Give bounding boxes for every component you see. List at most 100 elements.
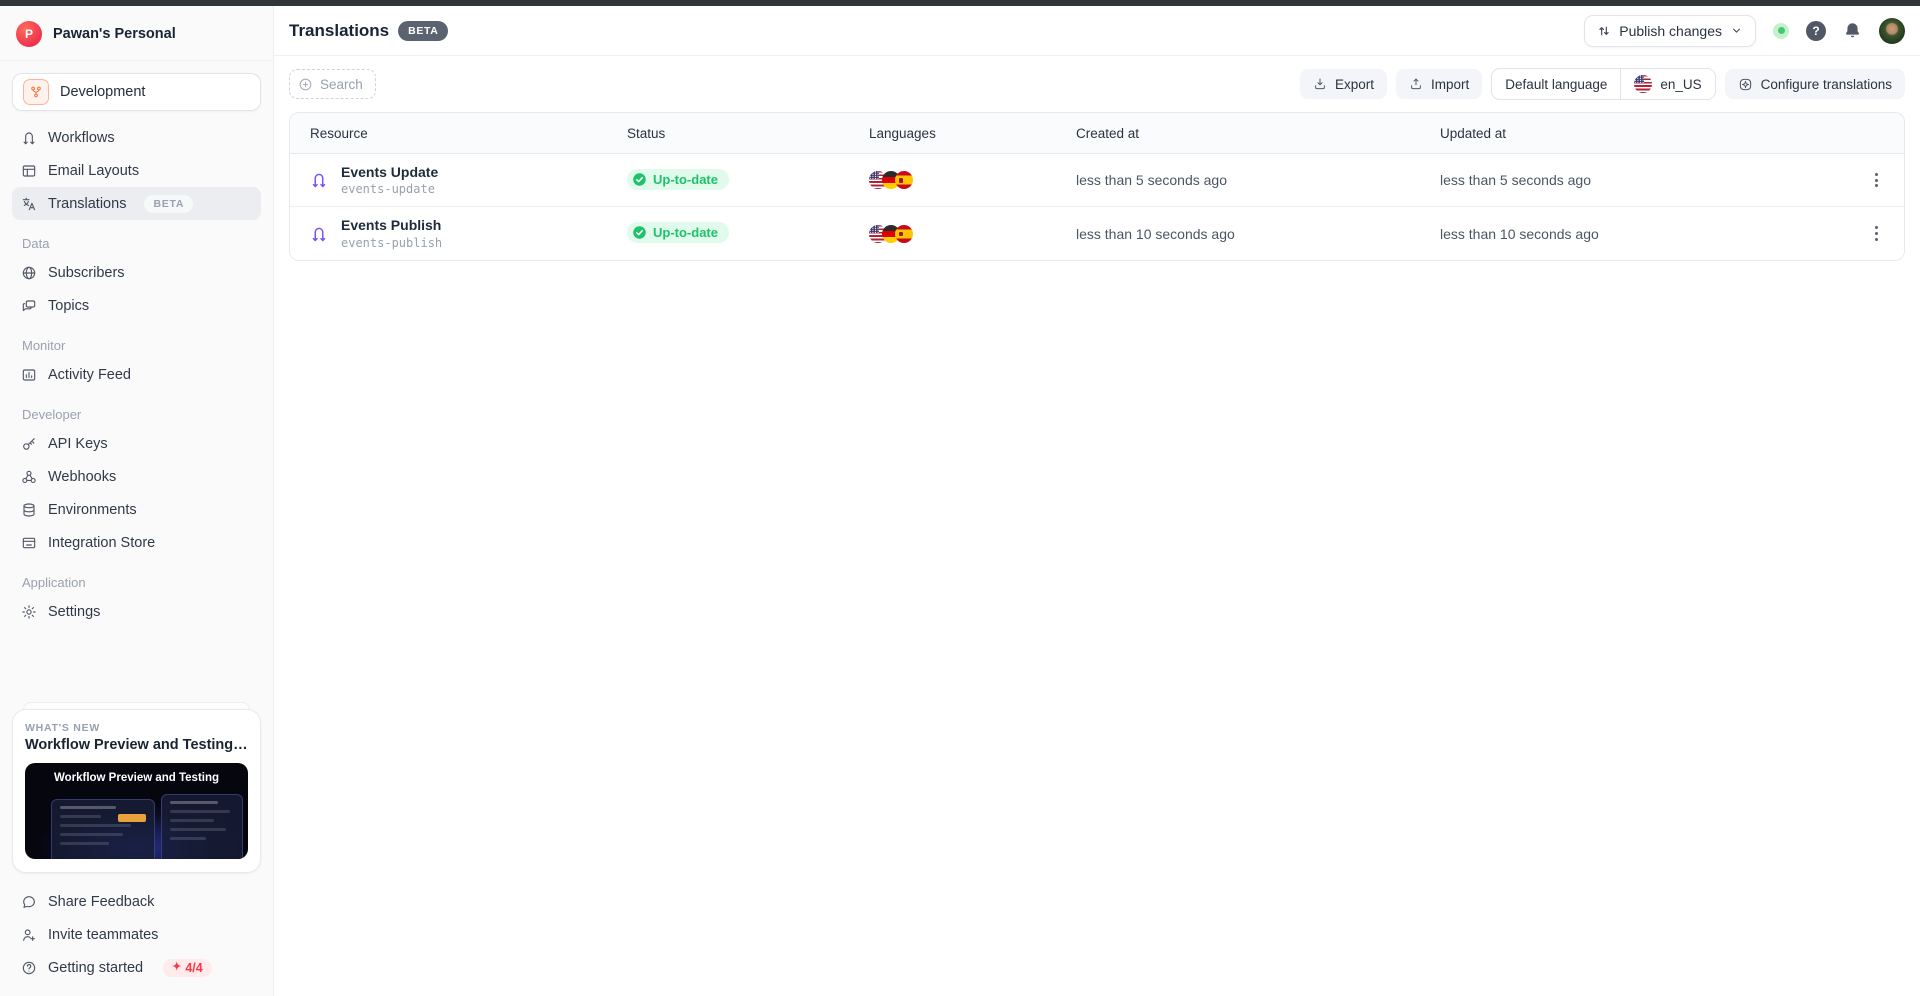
sidebar-item-label: Translations [48,196,126,212]
subscribers-icon [21,265,37,281]
sparkle-icon: ✦ [172,962,181,973]
sidebar-item-topics[interactable]: Topics [12,289,261,322]
sidebar-item-workflows[interactable]: Workflows [12,121,261,154]
sidebar-item-label: API Keys [48,436,108,452]
section-title-monitor: Monitor [12,322,261,358]
sidebar-item-label: Topics [48,298,89,314]
export-label: Export [1335,77,1374,92]
publish-changes-button[interactable]: Publish changes [1584,15,1756,47]
default-language-control: Default language en_US [1491,68,1715,100]
default-language-button[interactable]: Default language [1492,69,1621,99]
sidebar-item-settings[interactable]: Settings [12,595,261,628]
es-flag [895,171,913,189]
sidebar-item-label: Environments [48,502,137,518]
sidebar-item-translations[interactable]: Translations BETA [12,187,261,220]
table-row[interactable]: Events Update events-update Up-to-date [290,154,1904,207]
search-button[interactable]: Search [289,69,376,99]
chevron-down-icon [1730,24,1743,37]
swap-vertical-icon [1597,24,1611,38]
sidebar-item-email-layouts[interactable]: Email Layouts [12,154,261,187]
activity-feed-icon [21,367,37,383]
publish-changes-label: Publish changes [1619,23,1722,39]
whats-new-image: Workflow Preview and Testing [25,763,248,859]
sidebar-item-webhooks[interactable]: Webhooks [12,460,261,493]
app-shell: P Pawan's Personal Development Workflows… [0,6,1920,996]
resource-slug: events-update [341,182,438,196]
getting-started-button[interactable]: Getting started ✦ 4/4 [12,951,261,984]
user-avatar[interactable] [1879,18,1905,44]
highlight-chip [118,814,146,822]
user-plus-icon [21,927,37,943]
whats-new-wrap: WHAT'S NEW Workflow Preview and Testing … [12,702,261,873]
search-label: Search [320,77,363,92]
table-header-row: Resource Status Languages Created at Upd… [290,113,1904,154]
database-icon [21,502,37,518]
sidebar-item-label: Activity Feed [48,367,131,383]
column-header-status: Status [627,126,869,141]
share-feedback-button[interactable]: Share Feedback [12,885,261,918]
beta-badge: BETA [144,195,193,213]
updated-at-cell: less than 10 seconds ago [1440,226,1848,242]
footer-item-label: Invite teammates [48,927,158,943]
sidebar-footer: Share Feedback Invite teammates Getting … [0,879,273,996]
sidebar-item-integration-store[interactable]: Integration Store [12,526,261,559]
environment-selector[interactable]: Development [12,73,261,111]
whats-new-title: Workflow Preview and Testing i... [25,737,248,753]
row-actions-menu-button[interactable] [1869,167,1884,193]
es-flag [895,225,913,243]
languages-cell [869,171,1076,189]
integration-store-icon [21,535,37,551]
sidebar-item-environments[interactable]: Environments [12,493,261,526]
footer-item-label: Getting started [48,960,143,976]
language-value-button[interactable]: en_US [1621,69,1714,99]
whats-new-card[interactable]: WHAT'S NEW Workflow Preview and Testing … [12,709,261,873]
branch-icon [23,79,49,105]
org-switcher[interactable]: P Pawan's Personal [0,6,273,61]
status-label: Up-to-date [653,225,718,240]
main-content: Translations BETA Publish changes ? [274,6,1920,996]
sidebar-item-label: Subscribers [48,265,125,281]
configure-translations-button[interactable]: Configure translations [1725,69,1905,99]
sidebar-item-api-keys[interactable]: API Keys [12,427,261,460]
import-button[interactable]: Import [1396,69,1482,99]
help-button[interactable]: ? [1806,21,1826,41]
sidebar-item-activity-feed[interactable]: Activity Feed [12,358,261,391]
notifications-bell-icon[interactable] [1843,21,1862,40]
key-icon [21,436,37,452]
translate-icon [21,196,37,212]
column-header-resource: Resource [310,126,627,141]
column-header-updated-at: Updated at [1440,126,1848,141]
column-header-languages: Languages [869,126,1076,141]
sidebar-item-label: Settings [48,604,100,620]
table-row[interactable]: Events Publish events-publish Up-to-date [290,207,1904,260]
row-actions-menu-button[interactable] [1869,220,1884,246]
plus-circle-icon [298,77,313,92]
workflow-icon [310,171,328,189]
whats-new-panel [51,799,155,859]
default-language-label: Default language [1505,77,1607,92]
header-actions: Publish changes ? [1584,15,1905,47]
settings-circle-icon [1738,77,1753,92]
languages-cell [869,225,1076,243]
invite-teammates-button[interactable]: Invite teammates [12,918,261,951]
topics-icon [21,298,37,314]
connection-status-dot[interactable] [1773,23,1789,39]
section-title-application: Application [12,559,261,595]
org-avatar: P [16,21,42,47]
export-button[interactable]: Export [1300,69,1387,99]
sidebar-bottom: WHAT'S NEW Workflow Preview and Testing … [0,702,273,996]
translations-toolbar: Search Export Import Defaul [274,56,1920,110]
status-badge: Up-to-date [627,169,729,190]
resource-name: Events Publish [341,217,442,233]
created-at-cell: less than 10 seconds ago [1076,226,1440,242]
import-label: Import [1431,77,1469,92]
footer-item-label: Share Feedback [48,894,154,910]
sidebar-item-subscribers[interactable]: Subscribers [12,256,261,289]
sidebar-item-label: Workflows [48,130,115,146]
getting-started-progress-badge: ✦ 4/4 [163,959,212,977]
question-circle-icon [21,960,37,976]
webhook-icon [21,469,37,485]
check-circle-icon [632,172,647,187]
status-badge: Up-to-date [627,222,729,243]
page-header: Translations BETA Publish changes ? [274,6,1920,56]
